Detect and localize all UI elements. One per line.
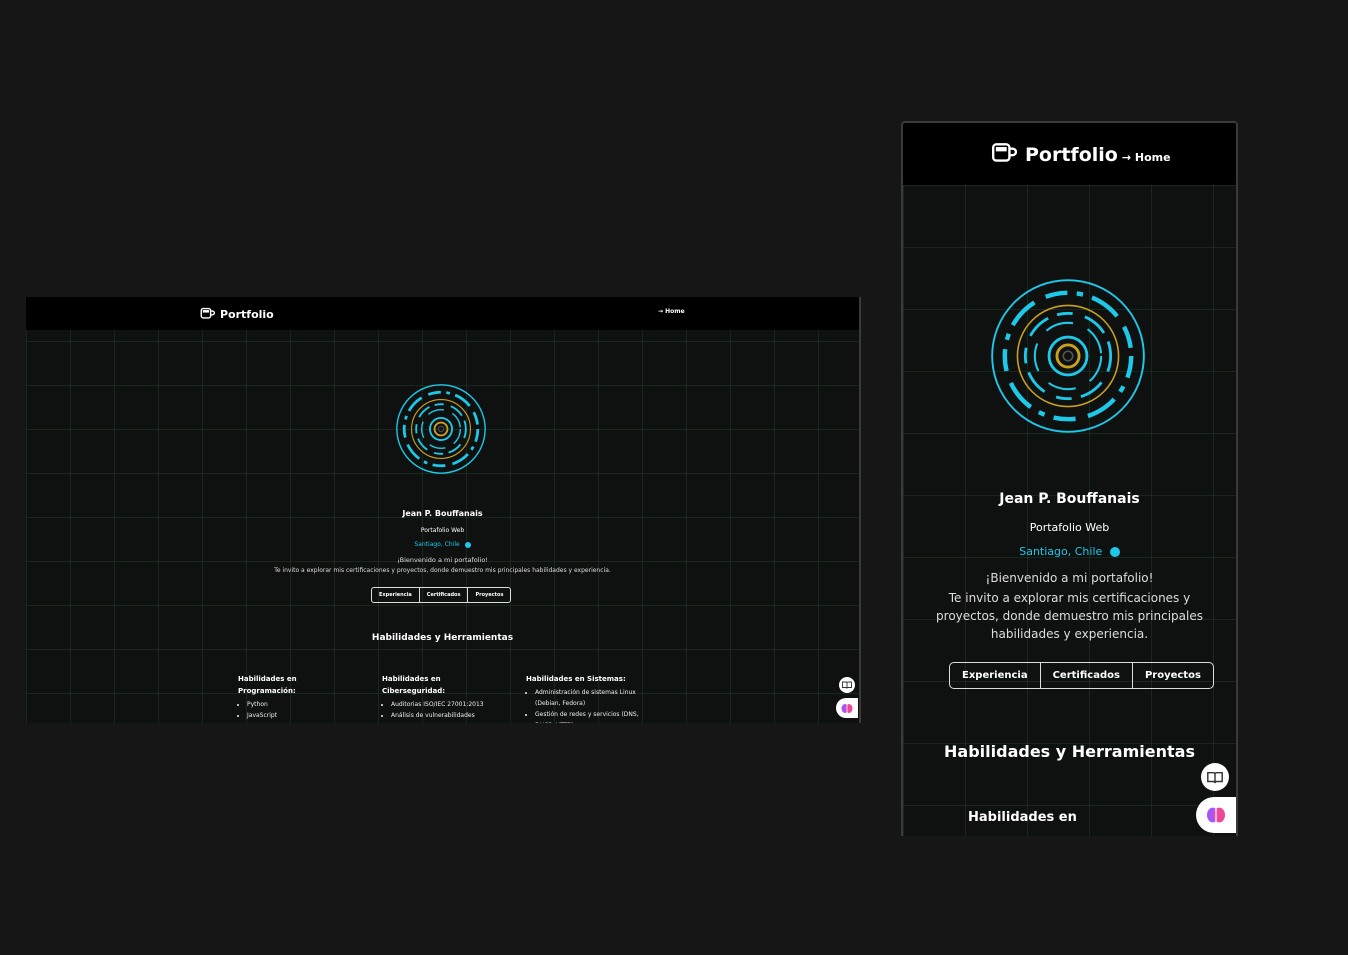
globe-icon — [464, 541, 471, 548]
list-item: Gestión de redes y servicios (DNS, DHCP,… — [535, 709, 646, 723]
intro-text: Te invito a explorar mis certificaciones… — [274, 567, 611, 574]
nav-home-link[interactable]: → Home — [1122, 151, 1171, 164]
skills-heading: Habilidades y Herramientas — [371, 633, 514, 643]
globe-icon — [1109, 547, 1120, 557]
brain-button[interactable] — [836, 698, 858, 718]
experiencia-button[interactable]: Experiencia — [950, 663, 1041, 688]
profile-name: Jean P. Bouffanais — [402, 509, 483, 518]
proyectos-button[interactable]: Proyectos — [1133, 663, 1213, 688]
mobile-preview: Portfolio → Home Jean P. Bouffanais Port… — [901, 121, 1238, 836]
avatar-rings — [989, 277, 1147, 435]
experiencia-button[interactable]: Experiencia — [372, 588, 420, 602]
book-button[interactable] — [839, 677, 855, 693]
certificados-button[interactable]: Certificados — [420, 588, 469, 602]
skills-column-programming: Habilidades en Programación: Python Java… — [238, 673, 328, 721]
coffee-cup-icon — [991, 141, 1018, 169]
list-item: Administración de sistemas Linux (Debian… — [535, 687, 646, 709]
column-title: Habilidades en Ciberseguridad: — [382, 675, 446, 695]
desktop-preview: Portfolio → Home Jean P. Bouffanais Port… — [26, 297, 861, 723]
profile-role: Portafolio Web — [1029, 521, 1110, 534]
mobile-navbar: Portfolio → Home — [903, 123, 1236, 185]
list-item: JavaScript — [247, 710, 328, 721]
certificados-button[interactable]: Certificados — [1041, 663, 1133, 688]
skills-heading: Habilidades y Herramientas — [944, 742, 1195, 761]
book-icon — [1207, 771, 1223, 783]
nav-home-link[interactable]: → Home — [658, 308, 685, 315]
location-text: Santiago, Chile — [414, 541, 460, 548]
list-item: Auditorias ISO/IEC 27001:2013 — [391, 699, 512, 710]
profile-role: Portafolio Web — [420, 527, 465, 534]
profile-name: Jean P. Bouffanais — [999, 491, 1140, 507]
section-button-group: Experiencia Certificados Proyectos — [949, 662, 1214, 689]
brand-link[interactable]: Portfolio — [200, 305, 274, 324]
column-title: Habilidades en Sistemas: — [526, 675, 626, 683]
profile-location: Santiago, Chile — [903, 545, 1236, 558]
book-button[interactable] — [1201, 763, 1229, 791]
list-item: Análisis de vulnerabilidades — [391, 710, 512, 721]
list-item: Python — [247, 699, 328, 710]
skills-subheading: Habilidades en — [968, 810, 1077, 825]
brain-button[interactable] — [1196, 797, 1236, 833]
intro-text: Te invito a explorar mis certificaciones… — [936, 591, 1203, 641]
brain-icon — [841, 703, 853, 713]
proyectos-button[interactable]: Proyectos — [468, 588, 510, 602]
section-button-group: Experiencia Certificados Proyectos — [371, 587, 512, 603]
coffee-cup-icon — [200, 305, 216, 324]
welcome-text: ¡Bienvenido a mi portafolio! — [985, 571, 1154, 585]
brand-link[interactable]: Portfolio → Home — [991, 141, 1171, 169]
avatar-rings — [395, 383, 487, 475]
welcome-text: ¡Bienvenido a mi portafolio! — [397, 556, 488, 564]
brain-icon — [1207, 807, 1225, 823]
desktop-navbar: Portfolio → Home — [26, 297, 859, 330]
column-title: Habilidades en Programación: — [238, 675, 297, 695]
brand-title: Portfolio — [220, 308, 274, 321]
book-icon — [842, 681, 852, 689]
skills-column-security: Habilidades en Ciberseguridad: Auditoria… — [382, 673, 512, 721]
skills-column-systems: Habilidades en Sistemas: Administración … — [526, 673, 646, 723]
location-text: Santiago, Chile — [1019, 545, 1103, 558]
brand-title: Portfolio — [1025, 144, 1118, 166]
profile-location: Santiago, Chile — [26, 541, 859, 548]
